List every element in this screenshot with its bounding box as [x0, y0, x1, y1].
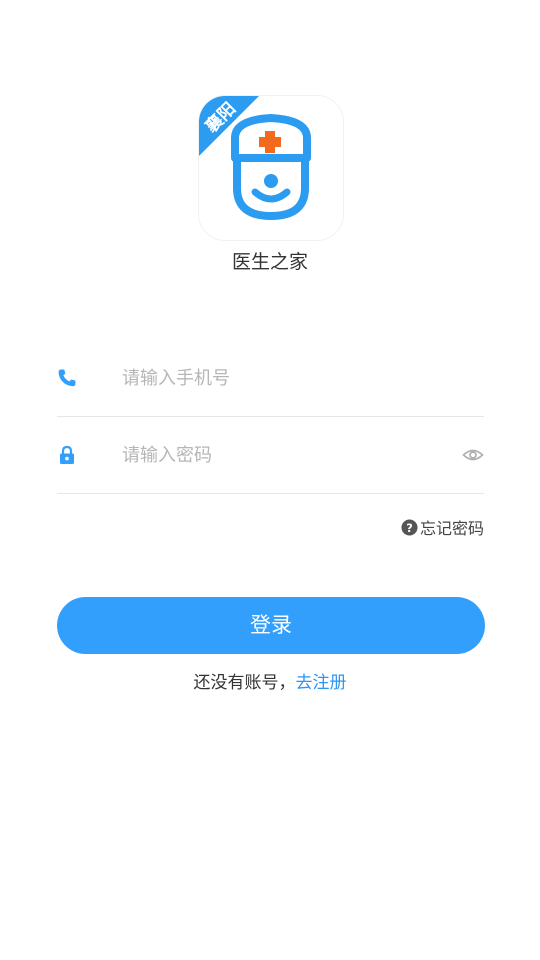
doctor-cap-face-icon: 襄阳	[199, 96, 311, 221]
phone-input[interactable]	[122, 362, 442, 394]
app-logo: 襄阳	[199, 96, 343, 240]
password-field-row	[57, 417, 484, 494]
svg-text:?: ?	[406, 520, 413, 534]
question-circle-icon: ?	[401, 518, 418, 536]
register-prompt-text: 还没有账号，	[193, 673, 296, 693]
register-link[interactable]: 去注册	[296, 673, 347, 693]
login-button[interactable]: 登录	[57, 597, 485, 654]
forgot-password-link[interactable]: ? 忘记密码	[401, 516, 484, 538]
phone-field-row	[57, 340, 484, 417]
phone-icon	[58, 369, 76, 387]
forgot-password-label: 忘记密码	[419, 519, 484, 538]
app-name: 医生之家	[231, 251, 308, 273]
eye-icon[interactable]	[462, 445, 484, 465]
register-prompt: 还没有账号，去注册	[0, 671, 540, 695]
lock-icon	[60, 445, 74, 464]
password-input[interactable]	[122, 439, 442, 471]
